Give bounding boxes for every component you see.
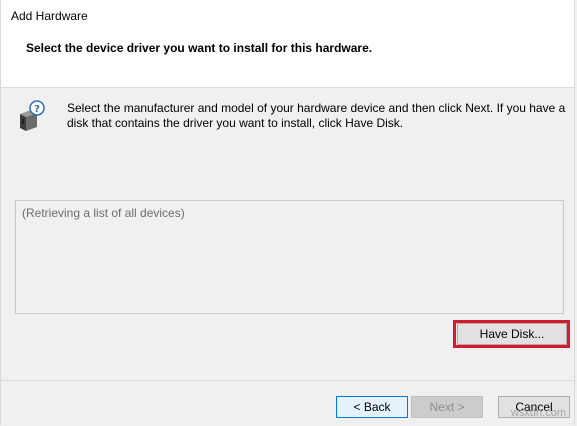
watermark: wsxdn.com [510, 407, 566, 419]
have-disk-button[interactable]: Have Disk... [457, 323, 567, 345]
wizard-header: Add Hardware Select the device driver yo… [1, 0, 574, 88]
device-list-status: (Retrieving a list of all devices) [22, 206, 185, 220]
instructions-section: ? Select the manufacturer and model of y… [17, 100, 567, 140]
next-button[interactable]: Next > [411, 396, 483, 418]
add-hardware-window: Add Hardware Select the device driver yo… [0, 0, 575, 425]
back-button[interactable]: < Back [336, 396, 408, 418]
instructions-text: Select the manufacturer and model of you… [67, 101, 566, 130]
window-title: Add Hardware [11, 9, 88, 23]
footer-divider [1, 380, 574, 381]
hardware-device-help-icon: ? [17, 100, 45, 132]
svg-text:?: ? [34, 104, 40, 115]
page-subtitle: Select the device driver you want to ins… [26, 41, 373, 55]
device-list-box[interactable]: (Retrieving a list of all devices) [15, 200, 564, 314]
